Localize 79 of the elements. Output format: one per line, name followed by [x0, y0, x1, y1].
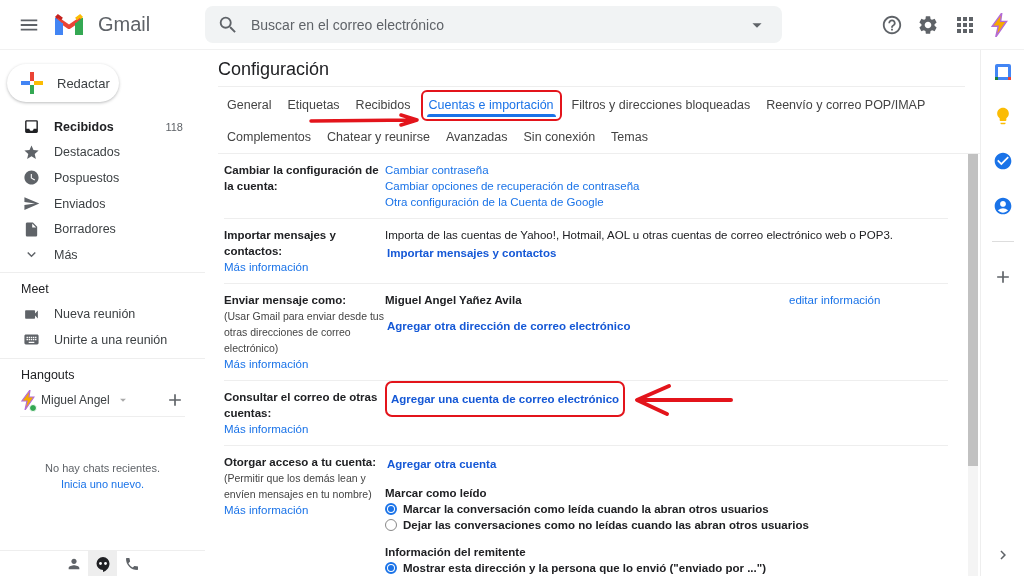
meet-item[interactable]: Nueva reunión [0, 301, 205, 328]
send-icon [23, 195, 40, 213]
bolt-avatar-icon[interactable] [21, 389, 35, 410]
folder-label: Destacados [54, 145, 121, 160]
settings-link[interactable]: Otra configuración de la Cuenta de Google [385, 194, 604, 210]
brand-name: Gmail [98, 13, 151, 36]
settings-tab[interactable]: Reenvío y correo POP/IMAP [758, 97, 934, 113]
setting-label: Importar mensajes y contactos: [224, 228, 337, 259]
bolt-avatar-icon[interactable] [991, 12, 1008, 37]
action-link[interactable]: Agregar otra dirección de correo electrónico [385, 316, 633, 336]
action-link[interactable]: Agregar otra cuenta [385, 454, 499, 474]
settings-link[interactable]: Cambiar contraseña [385, 162, 489, 178]
settings-tab[interactable]: Sin conexión [515, 129, 604, 145]
more-info-link[interactable]: Más información [224, 356, 385, 372]
plus-icon [21, 72, 43, 94]
folder-item[interactable]: Recibidos 118 [0, 114, 205, 140]
folder-item[interactable]: Destacados [0, 139, 205, 166]
meet-item[interactable]: Unirte a una reunión [0, 327, 205, 353]
star-icon [23, 143, 40, 161]
settings-tab[interactable]: Complementos [219, 129, 320, 145]
unread-count: 118 [165, 120, 183, 133]
folder-item[interactable]: Más [0, 241, 205, 268]
folder-item[interactable]: Pospuestos [0, 165, 205, 191]
more-info-link[interactable]: Más información [224, 421, 385, 437]
file-icon [23, 220, 40, 238]
setting-note: (Usar Gmail para enviar desde tus otras direcciones de correo electrónico) [224, 309, 385, 356]
option-heading: Marcar como leído [385, 486, 487, 501]
section-title: Meet [20, 280, 50, 298]
settings-link[interactable]: Cambiar opciones de recuperación de contraseña [385, 178, 640, 194]
settings-tab[interactable]: Chatear y reunirse [319, 129, 438, 145]
settings-tab[interactable]: General [219, 97, 280, 113]
chat-bubble-icon[interactable] [88, 551, 117, 576]
meet-label: Unirte a una reunión [54, 332, 169, 347]
folder-label: Borradores [54, 222, 117, 237]
folder-label: Pospuestos [54, 171, 121, 185]
help-icon[interactable] [881, 13, 904, 36]
folder-item[interactable]: Borradores [0, 216, 205, 242]
setting-label: Cambiar la configuración de la cuenta: [224, 163, 380, 194]
settings-tab[interactable]: Etiquetas [279, 97, 348, 113]
setting-label: Otorgar acceso a tu cuenta: [224, 455, 378, 470]
empty-message: No hay chats recientes. [45, 462, 160, 475]
settings-tab[interactable]: Temas [603, 129, 656, 145]
radio-label: Marcar la conversación como leída cuando la abran otros usuarios [403, 502, 769, 517]
envelope-logo-icon[interactable] [54, 13, 84, 36]
scrollbar[interactable] [968, 154, 978, 576]
meet-label: Nueva reunión [54, 307, 137, 322]
compose-button[interactable]: Redactar [7, 64, 119, 102]
setting-label: Enviar mensaje como: [224, 293, 348, 308]
sender-name: Miguel Angel Yañez Avila [385, 293, 523, 308]
radio-button[interactable] [385, 503, 397, 515]
settings-tab[interactable]: Recibidos [347, 97, 419, 113]
settings-tab[interactable]: Filtros y direcciones bloqueadas [563, 97, 759, 113]
clock-icon [23, 169, 40, 187]
search-field[interactable]: Buscar en el correo electrónico [205, 6, 782, 43]
section-title: Hangouts [20, 366, 76, 384]
setting-label: Consultar el correo de otras cuentas: [224, 390, 379, 421]
start-chat-link[interactable]: Inicia uno nuevo. [60, 478, 145, 491]
more-info-link[interactable]: Más información [224, 259, 385, 275]
description-text: Importa de las cuentas de Yahoo!, Hotmail, AOL u otras cuentas de correo electrónico web o POP3. [385, 228, 893, 243]
folder-label: Enviados [54, 196, 107, 211]
calendar-icon[interactable] [993, 63, 1012, 81]
more-info-link[interactable]: Más información [224, 502, 385, 518]
search-input[interactable]: Buscar en el correo electrónico [249, 15, 736, 34]
action-link[interactable]: Importar mensajes y contactos [385, 243, 559, 263]
radio-button[interactable] [385, 562, 397, 574]
settings-icon[interactable] [917, 13, 940, 36]
radio-label: Dejar las conversaciones como no leídas cuando las abran otros usuarios [403, 518, 809, 533]
folder-label: Más [54, 247, 79, 262]
radio-label: Mostrar esta dirección y la persona que lo envió ("enviado por ...") [403, 561, 767, 576]
folder-item[interactable]: Enviados [0, 190, 205, 217]
folder-label: Recibidos [54, 119, 115, 134]
option-heading: Información del remitente [385, 545, 526, 560]
page-title: Configuración [218, 59, 331, 81]
contact-icon[interactable] [992, 196, 1013, 216]
setting-note: (Permitir que los demás lean y envíen mensajes en tu nombre) [224, 471, 373, 502]
user-name[interactable]: Miguel Angel [41, 392, 110, 407]
inbox-icon [23, 118, 40, 136]
edit-info-link[interactable]: editar información [789, 292, 881, 308]
settings-tab[interactable]: Avanzadas [437, 129, 516, 145]
